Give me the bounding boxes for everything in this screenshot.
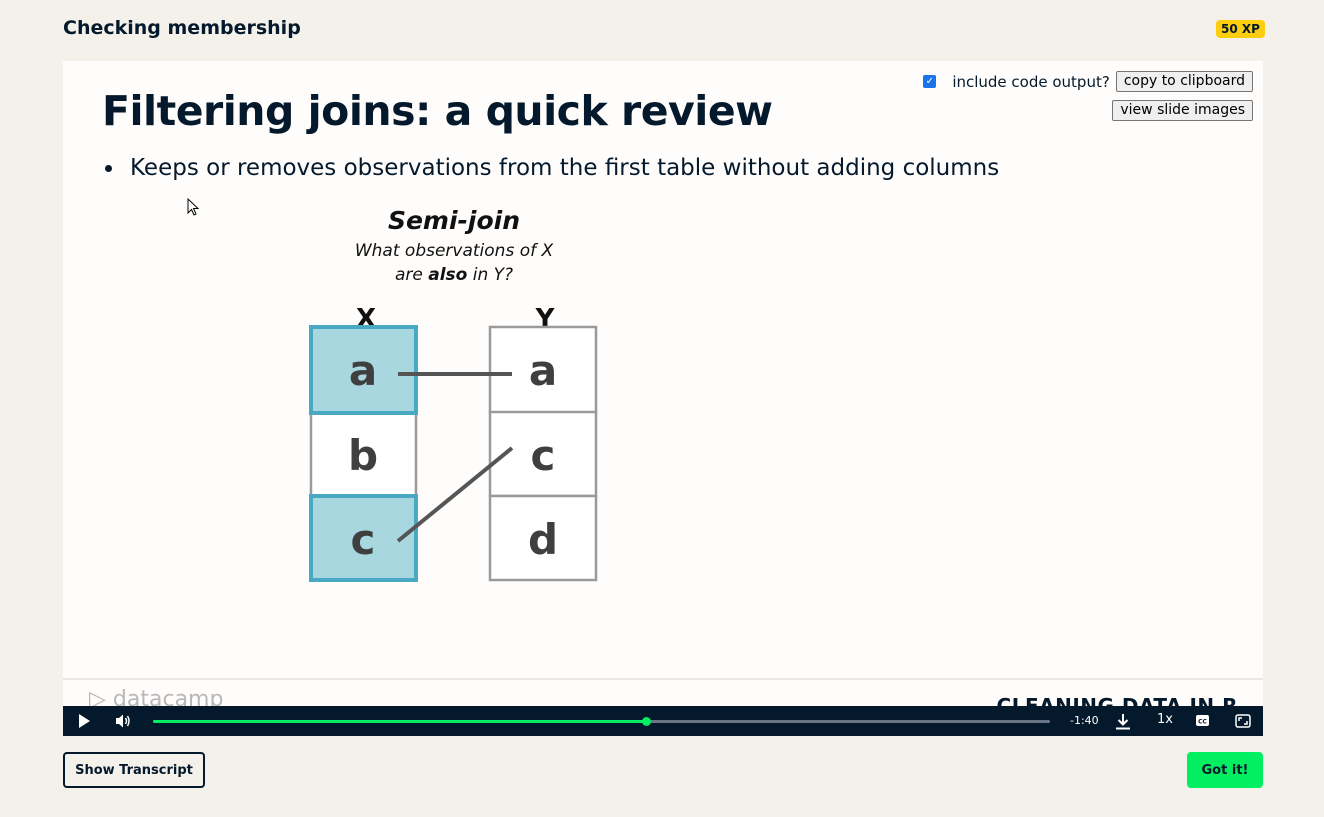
svg-text:CC: CC xyxy=(1198,719,1207,726)
diagram-subtitle-line2: are also in Y? xyxy=(395,265,513,285)
left-cell-2-text: c xyxy=(351,515,376,564)
xp-badge: 50 XP xyxy=(1216,20,1265,38)
exercise-title: Checking membership xyxy=(63,17,301,39)
right-cell-1-text: c xyxy=(531,431,556,480)
include-output-checkbox[interactable]: ✓ xyxy=(923,75,937,88)
bullet-dot xyxy=(105,164,112,172)
include-output-label: include code output? xyxy=(952,72,1110,91)
slide-footer-divider xyxy=(63,678,1263,680)
progress-fill xyxy=(153,720,647,723)
diagram-subtitle-line1: What observations of X xyxy=(355,241,554,261)
video-player[interactable]: Filtering joins: a quick review Keeps or… xyxy=(63,61,1263,736)
slide-bullet: Keeps or removes observations from the f… xyxy=(105,155,999,181)
download-icon[interactable] xyxy=(1115,713,1131,730)
right-cell-2-text: d xyxy=(528,515,558,564)
show-transcript-button[interactable]: Show Transcript xyxy=(63,752,205,788)
slide-controls: ✓ include code output? copy to clipboard… xyxy=(923,71,1253,121)
play-icon[interactable] xyxy=(77,713,91,729)
mouse-cursor-icon xyxy=(187,198,200,216)
diagram-title: Semi-join xyxy=(388,206,520,235)
left-cell-1-text: b xyxy=(348,431,378,480)
fullscreen-icon[interactable] xyxy=(1235,713,1251,729)
volume-icon[interactable] xyxy=(115,713,131,729)
playback-speed-button[interactable]: 1x xyxy=(1157,712,1173,727)
right-cell-0-text: a xyxy=(529,346,557,395)
player-controls: -1:40 1x CC xyxy=(63,706,1263,736)
copy-to-clipboard-button[interactable]: copy to clipboard xyxy=(1115,71,1253,92)
time-remaining: -1:40 xyxy=(1070,714,1099,727)
left-cell-0-text: a xyxy=(349,346,377,395)
slide-title: Filtering joins: a quick review xyxy=(102,87,773,135)
got-it-button[interactable]: Got it! xyxy=(1187,752,1263,788)
progress-track[interactable] xyxy=(153,717,1050,726)
captions-icon[interactable]: CC xyxy=(1195,713,1210,728)
bullet-text: Keeps or removes observations from the f… xyxy=(130,155,1000,181)
view-slide-images-button[interactable]: view slide images xyxy=(1112,100,1253,121)
semi-join-diagram: Semi-join What observations of X are als… xyxy=(309,206,598,582)
progress-handle[interactable] xyxy=(641,717,651,726)
